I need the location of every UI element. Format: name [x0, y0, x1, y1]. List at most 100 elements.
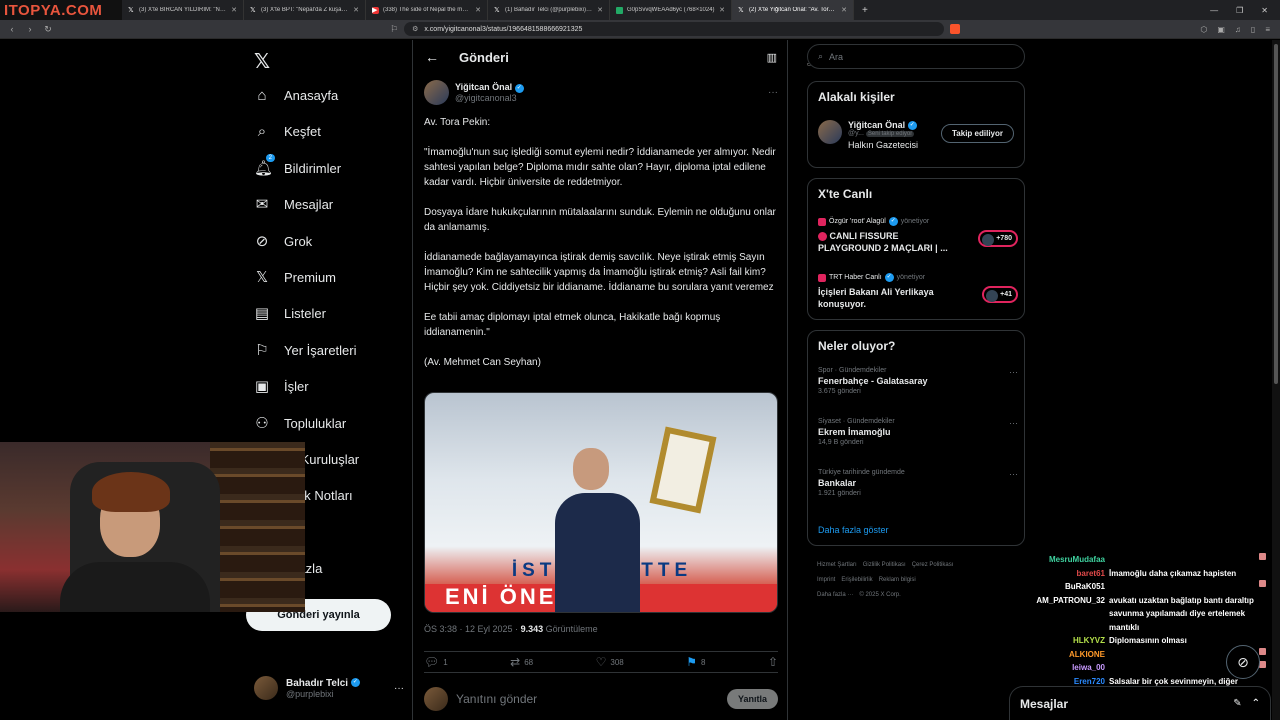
footer-link[interactable]: Daha fazla ···	[817, 592, 853, 598]
browser-tab[interactable]: 𝕏 (2) X'te Yiğitcan Önal: "Av. Tora P ✕	[732, 0, 854, 20]
back-icon[interactable]: ‹	[6, 24, 18, 34]
post-time[interactable]: ÖS 3:38 · 12 Eyl 2025 ·	[424, 624, 521, 634]
expand-icon[interactable]: ⌃	[1252, 698, 1260, 709]
chat-text: İmamoğlu daha çıkamaz hapisten	[1109, 568, 1237, 578]
brave-shields-icon[interactable]	[950, 24, 961, 34]
nav-item-6[interactable]: ▤ Listeler	[254, 302, 326, 324]
footer-link[interactable]: Çerez Politikası	[912, 562, 954, 568]
tab-close-icon[interactable]: ✕	[719, 6, 725, 14]
author-name[interactable]: Yiğitcan Önal	[455, 82, 512, 92]
post-more-icon[interactable]: ···	[768, 87, 778, 98]
music-icon[interactable]: ♫	[1235, 25, 1241, 34]
browser-tab[interactable]: ▶ (338) The side of Nepal the media w ✕	[366, 0, 488, 20]
footer-link[interactable]: Gizlilik Politikası	[863, 562, 906, 568]
trend-item[interactable]: Siyaset · Gündemdekiler Ekrem İmamoğlu 14,…	[818, 418, 1018, 446]
back-arrow-icon[interactable]: ←	[425, 49, 439, 65]
close-icon[interactable]: ✕	[1261, 6, 1268, 15]
live-title-row: İçişleri Bakanı Ali Yerlikaya konuşuyor.	[818, 286, 958, 310]
address-bar[interactable]: ⚙ x.com/yigitcanonal3/status/19664815886…	[404, 22, 945, 68]
reload-icon[interactable]: ↻	[42, 24, 54, 35]
compose-message-icon[interactable]: ✎	[1233, 698, 1241, 709]
trend-more-icon[interactable]: ···	[1009, 367, 1018, 377]
tab-close-icon[interactable]: ✕	[353, 6, 359, 14]
trend-item[interactable]: Türkiye tarihinde gündemde Bankalar 1.921 …	[818, 469, 1018, 497]
chat-text: avukatı uzaktan bağlatıp bantı daraltıp …	[1109, 595, 1254, 632]
nav-item-3[interactable]: ✉ Mesajlar	[254, 193, 333, 215]
trend-count: 14,9 B gönderi	[818, 439, 864, 446]
tab-title: (3) X'te BİRCAN YILDIRIM: "Nepal'de	[139, 7, 227, 13]
page-scrollbar[interactable]	[1272, 40, 1280, 720]
chat-username: HLKYVZ	[1073, 636, 1105, 645]
chat-message: baret61 İmamoğlu daha çıkamaz hapisten	[1020, 567, 1266, 581]
browser-tab[interactable]: G0pSvvqWEAAd6yc (768×1024) ✕	[610, 0, 732, 20]
trend-more-icon[interactable]: ···	[1009, 469, 1018, 479]
live-title-row: CANLI FISSURE PLAYGROUND 2 MAÇLARI | ...	[818, 230, 958, 254]
messages-drawer[interactable]: Mesajlar ✎ ⌃	[1009, 686, 1271, 720]
menu-icon[interactable]: ≡	[1265, 25, 1270, 34]
forward-icon[interactable]: ›	[24, 24, 36, 34]
following-button[interactable]: Takip ediliyor	[941, 124, 1014, 143]
live-item[interactable]: Özgür 'root' Alagül ✓ yönetiyor CANLI FISS…	[818, 217, 1018, 254]
repost-action[interactable]: ⇄ 68	[510, 655, 533, 669]
tab-title: (1) Bahadır Telci (@purplebixi) / X	[505, 7, 594, 13]
x-logo-icon[interactable]: 𝕏	[254, 49, 270, 74]
bookmark-page-icon[interactable]: ⚐	[390, 24, 398, 35]
footer-link[interactable]: Reklam bilgisi	[879, 577, 916, 583]
nav-item-7[interactable]: ⚐ Yer İşaretleri	[254, 339, 356, 361]
reply-action[interactable]: 💬︎ 1	[424, 655, 448, 669]
home-icon: ⌂	[257, 86, 267, 104]
nav-item-2[interactable]: 🔔︎ 2 Bildirimler	[254, 154, 341, 179]
views-count: 9.343	[520, 624, 544, 634]
author-handle[interactable]: @yigitcanonal3	[455, 93, 524, 103]
footer-link[interactable]: Hizmet Şartları	[817, 562, 857, 568]
share-action[interactable]: ⇧	[768, 655, 778, 669]
nav-item-0[interactable]: ⌂ Anasayfa	[254, 84, 338, 106]
author-avatar[interactable]	[424, 80, 449, 105]
search-input[interactable]: ⌕ Ara	[807, 44, 1025, 69]
new-tab-button[interactable]: +	[854, 5, 876, 16]
host-avatar	[818, 273, 826, 282]
sidebar-icon[interactable]: ▯	[1251, 25, 1255, 34]
tab-close-icon[interactable]: ✕	[231, 6, 237, 14]
trend-item[interactable]: Spor · Gündemdekiler Fenerbahçe - Galatas…	[818, 367, 1018, 395]
share-icon: ⇧	[767, 655, 778, 669]
footer-link[interactable]: Erişilebilirlik	[841, 577, 872, 583]
reply-input[interactable]: Yanıtını gönder	[456, 692, 537, 706]
browser-tab[interactable]: 𝕏 (3) X'te BPT: "Nepal'da Z kuşağının h ✕	[244, 0, 366, 20]
trend-more-icon[interactable]: ···	[1009, 418, 1018, 428]
left-navigation: 𝕏 ⌂ Anasayfa ⌕ Keşfet 🔔︎ 2 Bildirimler ✉ Mesajla…	[246, 40, 412, 720]
live-item[interactable]: TRT Haber Canlı ✓ yönetiyor İçişleri Bakanı…	[818, 273, 1018, 310]
post-image[interactable]: İSTAN METTE ENİ ÖNE	[424, 392, 778, 613]
minimize-icon[interactable]: —	[1210, 6, 1218, 15]
nav-item-9[interactable]: ⚇ Topluluklar	[254, 412, 346, 434]
bookmark-action[interactable]: ⚑ 8	[686, 655, 705, 669]
account-switcher[interactable]: Bahadır Telci ✓ @purplebixi ···	[254, 676, 404, 700]
browser-tab[interactable]: 𝕏 (1) Bahadır Telci (@purplebixi) / X ✕	[488, 0, 610, 20]
live-host-row: Özgür 'root' Alagül ✓ yönetiyor	[818, 217, 1018, 226]
extension-icon[interactable]: ⬡	[1200, 25, 1207, 34]
reply-composer: Yanıtını gönder Yanıtla	[424, 687, 778, 711]
site-info-icon[interactable]: ⚙	[412, 25, 418, 33]
show-more-link[interactable]: Daha fazla göster	[818, 525, 889, 535]
tab-close-icon[interactable]: ✕	[475, 6, 481, 14]
reader-mode-icon[interactable]: ▥	[767, 51, 777, 64]
like-count: 308	[610, 657, 624, 667]
reply-button[interactable]: Yanıtla	[726, 689, 778, 709]
wallet-icon[interactable]: ▣	[1217, 25, 1225, 34]
tab-close-icon[interactable]: ✕	[841, 6, 847, 14]
nav-item-4[interactable]: ⊘ Grok	[254, 230, 312, 252]
nav-item-8[interactable]: ▣ İşler	[254, 375, 309, 397]
more-options-icon[interactable]: ···	[394, 683, 404, 694]
footer-link[interactable]: Imprint	[817, 577, 835, 583]
grok-fab-icon[interactable]: ⊘	[1226, 645, 1260, 679]
nav-item-label: Topluluklar	[284, 415, 347, 431]
nav-item-5[interactable]: 𝕏 Premium	[254, 266, 336, 288]
footer-link[interactable]: © 2025 X Corp.	[859, 592, 900, 598]
nav-item-1[interactable]: ⌕ Keşfet	[254, 120, 321, 142]
tab-close-icon[interactable]: ✕	[597, 6, 603, 14]
browser-tab[interactable]: 𝕏 (3) X'te BİRCAN YILDIRIM: "Nepal'de ✕	[122, 0, 244, 20]
chat-message: BuRaK051	[1020, 580, 1266, 594]
like-action[interactable]: ♡ 308	[596, 655, 624, 669]
maximize-icon[interactable]: ❐	[1236, 6, 1243, 15]
